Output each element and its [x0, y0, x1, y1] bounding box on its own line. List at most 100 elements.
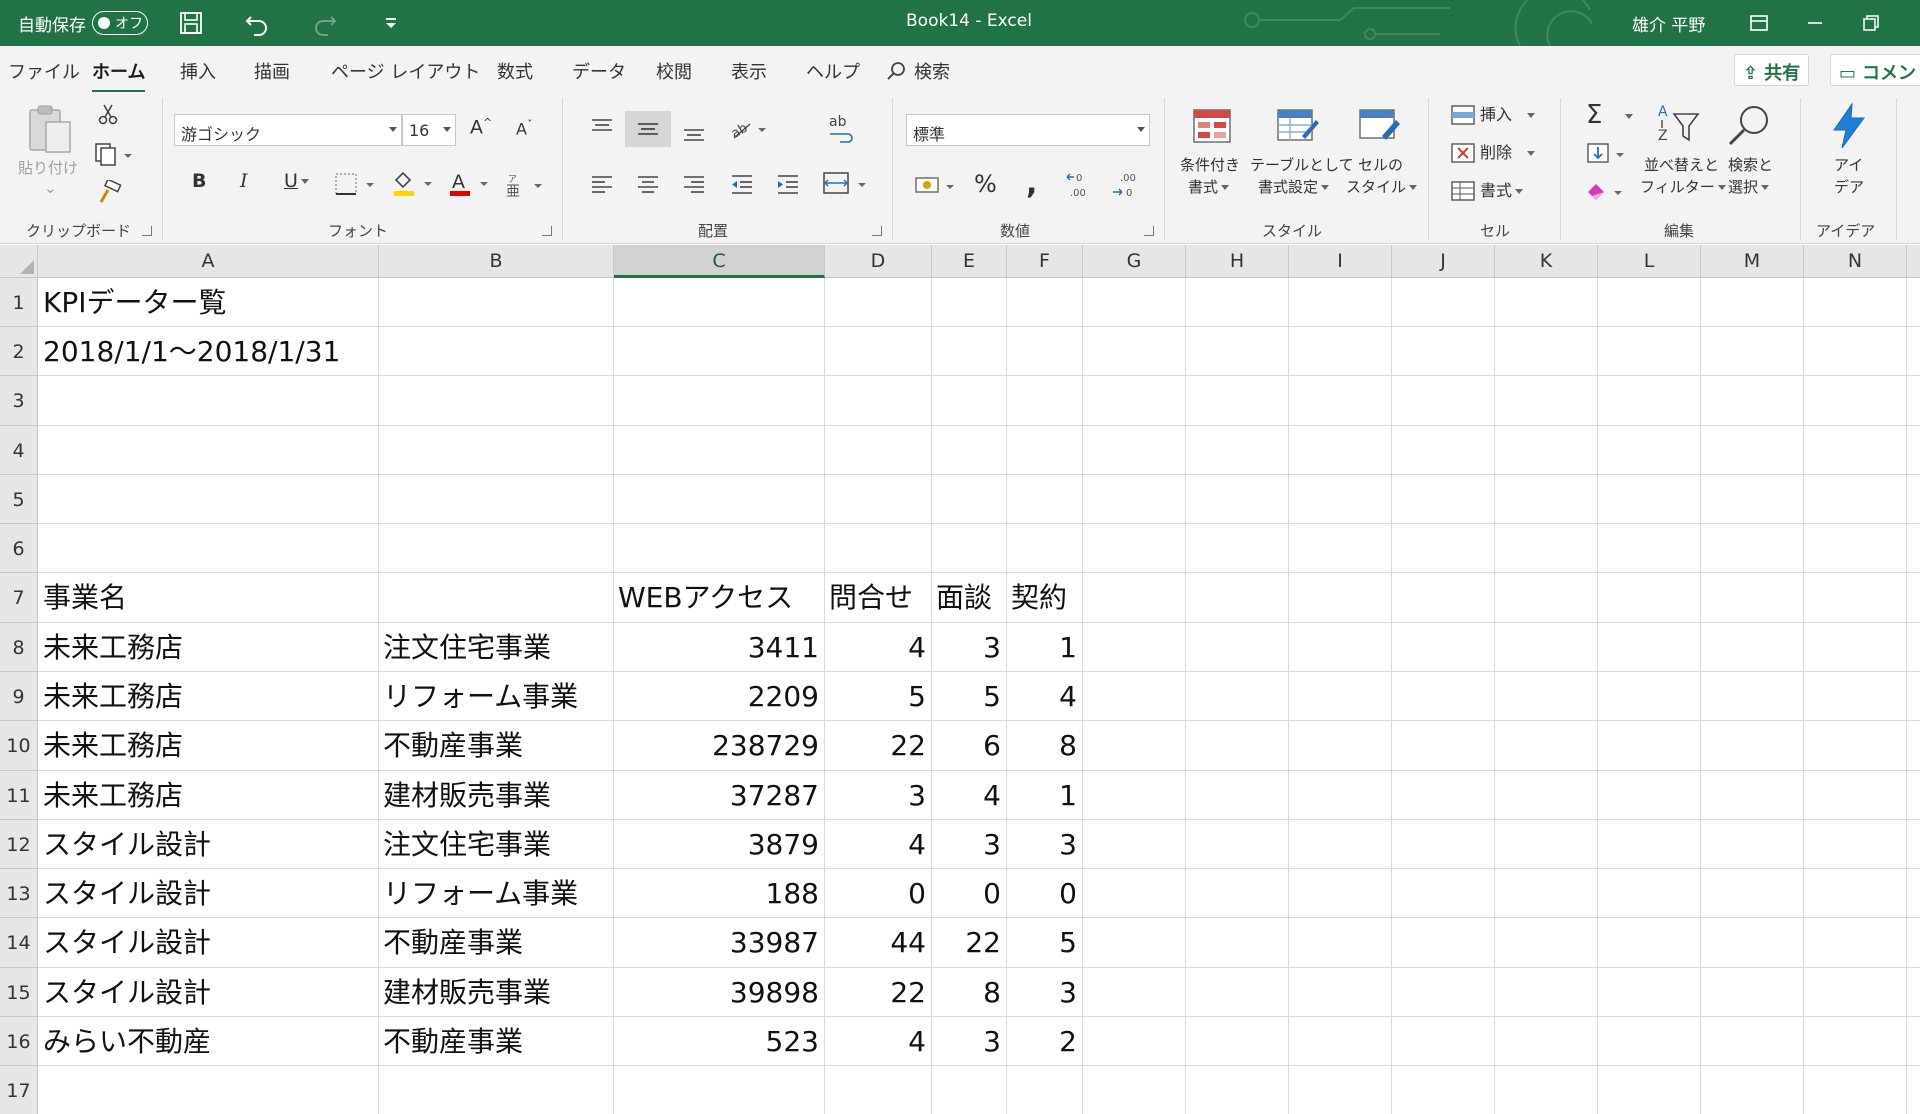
find-select-icon[interactable] [1726, 102, 1774, 150]
cell-c11[interactable]: 37287 [624, 771, 824, 820]
ideas-label1[interactable]: アイ [1834, 154, 1863, 176]
cell-e9[interactable]: 5 [936, 672, 1006, 721]
fill-icon[interactable] [1586, 142, 1628, 166]
underline-icon[interactable]: U [284, 170, 309, 192]
column-header-d[interactable]: D [825, 245, 932, 278]
cell-a12[interactable]: スタイル設計 [43, 820, 211, 869]
merge-center-icon[interactable] [822, 170, 872, 198]
cell-f7-header[interactable]: 契約 [1011, 573, 1067, 622]
cell-f12[interactable]: 3 [1012, 820, 1082, 869]
cell-b11[interactable]: 建材販売事業 [383, 771, 551, 820]
increase-decimal-icon[interactable]: 0 .00 [1064, 170, 1098, 200]
ideas-label2[interactable]: デア [1834, 176, 1864, 198]
undo-icon[interactable] [242, 8, 272, 38]
tab-page-layout[interactable]: ページ レイアウト [331, 58, 480, 84]
font-name-combobox[interactable]: 游ゴシック [174, 114, 402, 146]
format-painter-icon[interactable] [96, 180, 122, 206]
cell-a1-title[interactable]: KPIデーター覧 [43, 278, 227, 327]
cell-c16[interactable]: 523 [624, 1017, 824, 1066]
column-header-m[interactable]: M [1701, 245, 1804, 278]
font-color-icon[interactable]: A [448, 170, 492, 198]
increase-font-size-icon[interactable]: A^ [470, 116, 492, 138]
align-top-icon[interactable] [590, 116, 614, 140]
row-header-7[interactable]: 7 [0, 573, 38, 623]
find-select-label2[interactable]: 選択 [1728, 176, 1770, 198]
ribbon-display-icon[interactable] [1744, 8, 1774, 38]
format-cells-icon[interactable] [1450, 180, 1476, 202]
cell-e16[interactable]: 3 [936, 1017, 1006, 1066]
cell-d15[interactable]: 22 [831, 968, 931, 1017]
decrease-indent-icon[interactable] [730, 172, 754, 196]
cell-d11[interactable]: 3 [831, 771, 931, 820]
cell-e10[interactable]: 6 [936, 721, 1006, 770]
format-cells-label[interactable]: 書式 [1480, 180, 1524, 201]
save-icon[interactable] [176, 8, 206, 38]
cell-d14[interactable]: 44 [831, 918, 931, 967]
cell-c15[interactable]: 39898 [624, 968, 824, 1017]
cell-a7-header[interactable]: 事業名 [43, 573, 127, 622]
ideas-lightning-icon[interactable] [1828, 102, 1870, 150]
tab-data[interactable]: データ [572, 58, 626, 84]
column-header-g[interactable]: G [1083, 245, 1186, 278]
comma-style-icon[interactable]: , [1026, 166, 1037, 201]
conditional-formatting-icon[interactable] [1192, 106, 1234, 146]
cell-e7-header[interactable]: 面談 [936, 573, 992, 622]
row-header-8[interactable]: 8 [0, 623, 38, 672]
row-header-9[interactable]: 9 [0, 672, 38, 721]
fill-color-icon[interactable] [390, 170, 436, 198]
phonetic-guide-icon[interactable]: ア 亜 [504, 172, 546, 198]
row-header-10[interactable]: 10 [0, 721, 38, 771]
conditional-formatting-label1[interactable]: 条件付き [1180, 154, 1240, 176]
cut-icon[interactable] [96, 102, 120, 126]
row-header-17[interactable]: 17 [0, 1066, 38, 1114]
cell-c10[interactable]: 238729 [624, 721, 824, 770]
column-header-b[interactable]: B [379, 245, 614, 278]
alignment-launcher-icon[interactable] [872, 226, 882, 236]
search-icon[interactable] [886, 60, 908, 82]
row-header-15[interactable]: 15 [0, 968, 38, 1017]
cell-styles-label2[interactable]: スタイル [1346, 176, 1418, 198]
cell-c8[interactable]: 3411 [624, 623, 824, 672]
insert-cells-icon[interactable] [1450, 104, 1476, 126]
column-header-k[interactable]: K [1495, 245, 1598, 278]
sort-filter-label2[interactable]: フィルター [1640, 176, 1726, 198]
cell-f15[interactable]: 3 [1012, 968, 1082, 1017]
autosum-icon[interactable]: Σ [1586, 100, 1602, 130]
autosave-toggle[interactable]: オフ [92, 11, 148, 35]
number-launcher-icon[interactable] [1144, 226, 1154, 236]
row-header-16[interactable]: 16 [0, 1017, 38, 1066]
cell-b16[interactable]: 不動産事業 [383, 1017, 523, 1066]
increase-indent-icon[interactable] [776, 172, 800, 196]
select-all-button[interactable] [0, 245, 38, 278]
search-label[interactable]: 検索 [914, 58, 950, 84]
clear-icon[interactable] [1584, 178, 1626, 204]
cell-e14[interactable]: 22 [936, 918, 1006, 967]
column-header-a[interactable]: A [38, 245, 379, 278]
align-right-icon[interactable] [682, 172, 706, 196]
cell-e11[interactable]: 4 [936, 771, 1006, 820]
cell-f14[interactable]: 5 [1012, 918, 1082, 967]
tab-insert[interactable]: 挿入 [180, 58, 216, 84]
cell-a10[interactable]: 未来工務店 [43, 721, 183, 770]
row-header-13[interactable]: 13 [0, 869, 38, 918]
cell-a9[interactable]: 未来工務店 [43, 672, 183, 721]
cell-f8[interactable]: 1 [1012, 623, 1082, 672]
conditional-formatting-label2[interactable]: 書式 [1188, 176, 1230, 198]
sort-filter-icon[interactable]: A Z [1652, 102, 1706, 148]
align-center-icon[interactable] [636, 172, 660, 196]
cell-e8[interactable]: 3 [936, 623, 1006, 672]
align-middle-icon[interactable] [636, 118, 660, 142]
column-header-f[interactable]: F [1007, 245, 1083, 278]
cell-e15[interactable]: 8 [936, 968, 1006, 1017]
cell-d12[interactable]: 4 [831, 820, 931, 869]
tab-draw[interactable]: 描画 [254, 58, 290, 84]
cell-e13[interactable]: 0 [936, 869, 1006, 918]
accounting-format-icon[interactable] [914, 172, 960, 200]
wrap-text-icon[interactable]: ab [826, 112, 856, 144]
paste-label[interactable]: 貼り付け [18, 158, 78, 179]
tab-help[interactable]: ヘルプ [806, 58, 860, 84]
delete-cells-label[interactable]: 削除 [1480, 142, 1536, 163]
cell-a16[interactable]: みらい不動産 [43, 1017, 211, 1066]
cell-d7-header[interactable]: 問合せ [829, 573, 913, 622]
orientation-icon[interactable]: ab [728, 114, 770, 142]
